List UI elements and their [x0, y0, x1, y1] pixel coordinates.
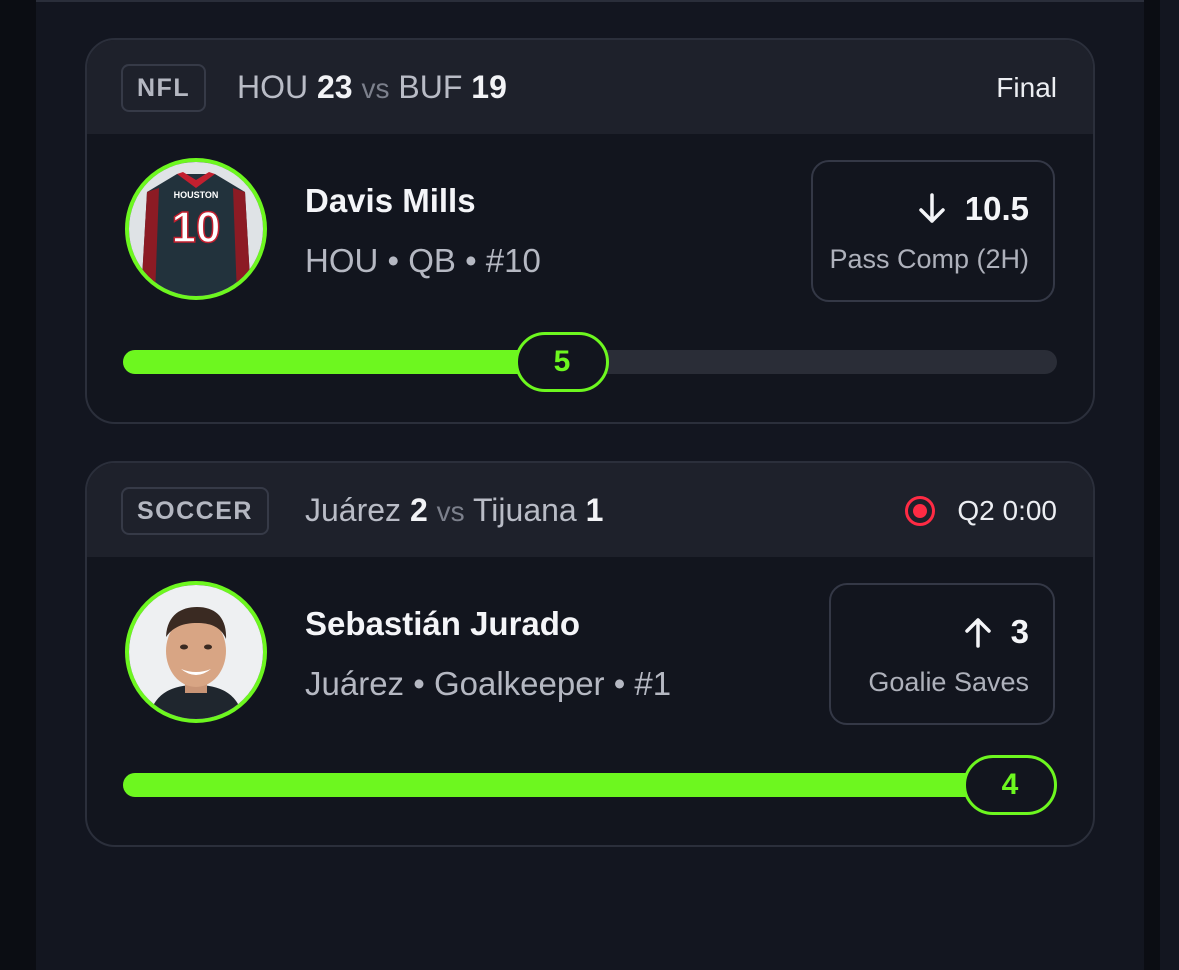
game-status-text: Final — [996, 72, 1057, 103]
player-meta: HOU • QB • #10 — [305, 242, 541, 279]
pick-card-soccer[interactable]: SOCCER Juárez 2 vs Tijuana 1 Q2 0:00 Seb… — [85, 461, 1095, 847]
game-status: Final — [996, 70, 1057, 106]
game-header: NFL HOU 23 vs BUF 19 Final — [87, 40, 1093, 134]
vs-label: vs — [436, 496, 465, 527]
game-header: SOCCER Juárez 2 vs Tijuana 1 Q2 0:00 — [87, 463, 1093, 557]
league-badge: NFL — [121, 64, 207, 112]
prop-line-value: 10.5 — [964, 190, 1029, 227]
vs-label: vs — [361, 73, 390, 104]
jersey-image: HOUSTON 10 — [129, 162, 263, 296]
prop-stat-label: Goalie Saves — [868, 667, 1029, 697]
progress-track: 5 — [123, 332, 1057, 392]
game-status-text: Q2 0:00 — [957, 495, 1057, 526]
player-meta: Juárez • Goalkeeper • #1 — [305, 665, 672, 702]
progress-marker: 4 — [963, 755, 1057, 815]
progress-marker: 5 — [514, 332, 609, 392]
progress-fill — [123, 350, 562, 374]
away-team: Tijuana — [472, 492, 577, 528]
progress-track: 4 — [123, 755, 1057, 815]
live-record-icon — [905, 496, 936, 526]
arrow-up-icon — [964, 618, 991, 648]
prop-line-value: 3 — [1010, 613, 1029, 650]
prop-box[interactable]: 10.5 Pass Comp (2H) — [811, 160, 1055, 302]
player-name: Davis Mills — [305, 182, 476, 219]
player-avatar: HOUSTON 10 — [125, 158, 267, 300]
player-photo — [129, 585, 263, 719]
scoreline: Juárez 2 vs Tijuana 1 — [305, 490, 603, 532]
away-score: 1 — [585, 492, 604, 528]
home-team: Juárez — [305, 492, 402, 528]
player-name: Sebastián Jurado — [305, 605, 581, 642]
progress-fill — [123, 773, 1010, 797]
prop-stat-label: Pass Comp (2H) — [829, 244, 1029, 274]
prop-box[interactable]: 3 Goalie Saves — [829, 583, 1055, 725]
prop-line: 10.5 — [917, 190, 1029, 228]
jersey-number-text: 10 — [172, 203, 221, 252]
away-score: 19 — [471, 69, 507, 105]
game-status: Q2 0:00 — [905, 493, 1057, 529]
home-team: HOU — [237, 69, 309, 105]
league-badge: SOCCER — [121, 487, 269, 535]
away-team: BUF — [398, 69, 463, 105]
arrow-down-icon — [919, 193, 945, 223]
home-score: 23 — [317, 69, 353, 105]
pick-card-nfl[interactable]: NFL HOU 23 vs BUF 19 Final HOUSTON 10 Da… — [85, 38, 1095, 424]
home-score: 2 — [409, 492, 428, 528]
player-avatar — [125, 581, 267, 723]
jersey-team-text: HOUSTON — [174, 190, 219, 200]
right-rail — [1160, 0, 1179, 970]
prop-line: 3 — [963, 613, 1029, 651]
top-divider — [36, 0, 1144, 2]
scoreline: HOU 23 vs BUF 19 — [237, 67, 507, 109]
